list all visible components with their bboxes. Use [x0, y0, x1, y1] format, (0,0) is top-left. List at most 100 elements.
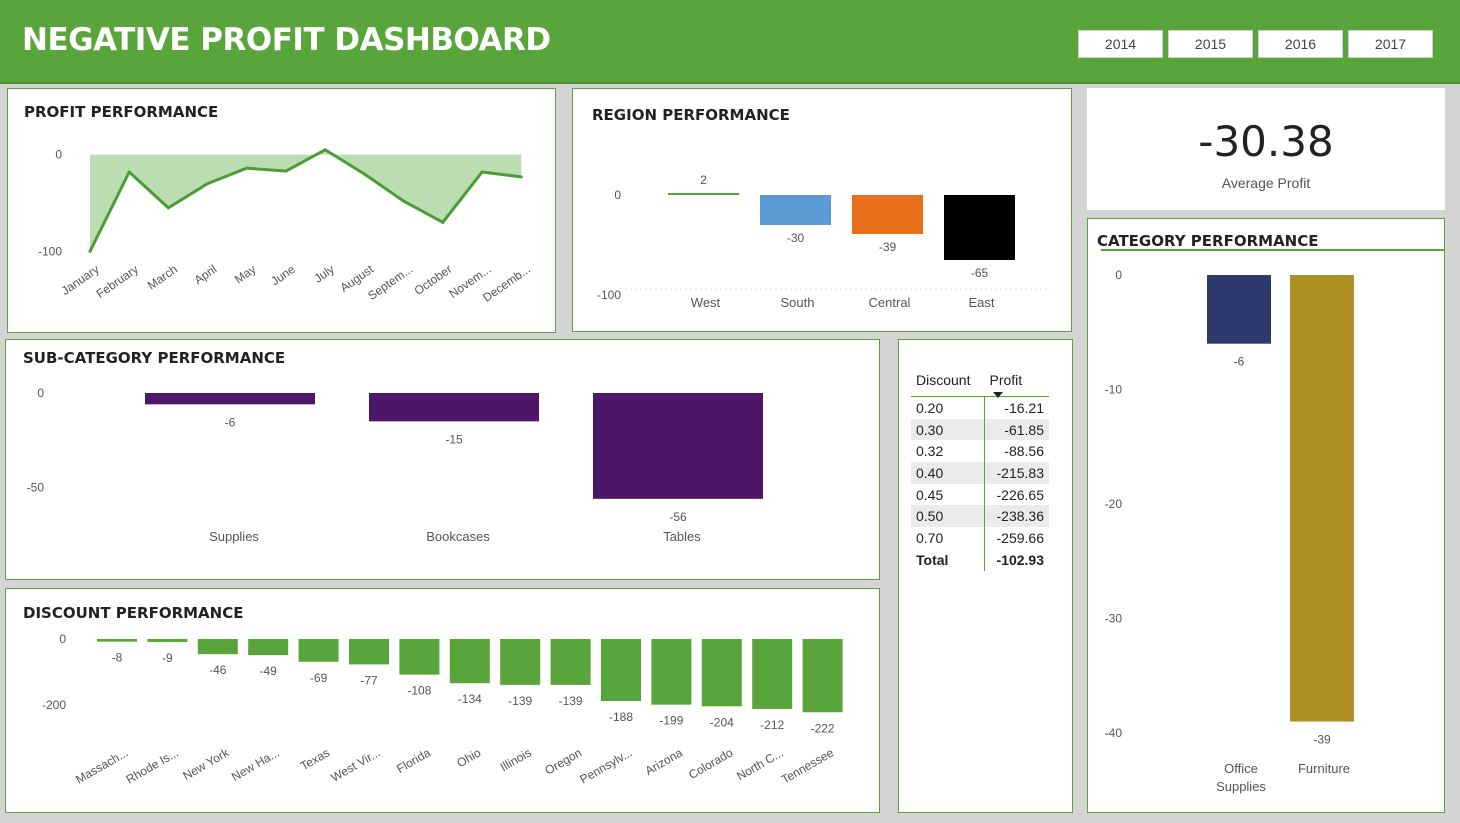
x-tick-label: Tennessee [779, 745, 837, 786]
table-row: 0.45 -226.65 [911, 483, 1049, 506]
y-tick-label: -20 [1105, 497, 1123, 511]
data-label: -199 [659, 714, 683, 728]
y-tick-label: -30 [1105, 612, 1123, 626]
data-label: -39 [1313, 733, 1331, 747]
bar [802, 639, 843, 713]
bar [944, 195, 1015, 260]
data-label: -108 [407, 684, 431, 698]
x-tick-label: June [268, 262, 298, 289]
kpi-label: Average Profit [1221, 175, 1311, 191]
data-label: -8 [112, 651, 123, 665]
year-filter-2016[interactable]: 2016 [1258, 30, 1343, 58]
category-performance-panel: CATEGORY PERFORMANCE 0 -10 -20 -30 -40 -6 Offi… [1087, 218, 1445, 813]
discount-profit-table: Discount Profit 0.20 -16.21 0.30 -61.85 0.… [911, 370, 1049, 571]
data-label: -188 [609, 710, 633, 724]
dashboard-title: NEGATIVE PROFIT DASHBOARD [22, 22, 551, 58]
bar [760, 195, 831, 225]
discount-chart: 0 -200 -8 Massach... -9 Rhode Is... -46 New Yor… [42, 632, 843, 787]
data-label: -222 [811, 721, 835, 735]
kpi-value: -30.38 [1198, 117, 1334, 166]
data-label: -9 [162, 651, 173, 665]
bar [145, 393, 315, 405]
x-tick-label: Supplies [1216, 779, 1266, 794]
x-tick-label: North C... [734, 745, 785, 783]
y-tick-label: -50 [27, 481, 45, 495]
discount-performance-panel: DISCOUNT PERFORMANCE 0 -200 -8 Massach... -9… [5, 588, 880, 813]
profit-performance-panel: PROFIT PERFORMANCE 0 -100 January February M… [7, 88, 556, 333]
data-point [127, 170, 131, 174]
bar [752, 639, 793, 709]
discount-column-header[interactable]: Discount [911, 370, 985, 397]
bar [651, 639, 692, 705]
x-tick-label: Illinois [498, 745, 534, 774]
profit-cell: -16.21 [984, 396, 1049, 419]
y-tick-label: -100 [597, 288, 621, 302]
bar [550, 639, 591, 685]
year-filter-2017[interactable]: 2017 [1348, 30, 1433, 58]
discount-cell: 0.50 [911, 505, 985, 528]
bar [1290, 275, 1354, 722]
y-tick-label: 0 [1115, 268, 1122, 282]
data-label: -139 [559, 694, 583, 708]
x-tick-label: February [94, 262, 141, 301]
x-tick-label: Furniture [1298, 761, 1350, 776]
x-tick-label: Bookcases [426, 529, 490, 544]
x-tick-label: Rhode Is... [124, 745, 181, 786]
data-label: -139 [508, 694, 532, 708]
x-tick-label: March [145, 262, 180, 293]
profit-area [90, 149, 522, 252]
data-point [362, 172, 366, 176]
subcategory-performance-panel: SUB-CATEGORY PERFORMANCE 0 -50 -6 Supplies -… [5, 339, 880, 580]
bar [701, 639, 742, 707]
x-tick-label: East [968, 295, 994, 310]
table-total-row: Total -102.93 [911, 548, 1049, 571]
bar [197, 639, 238, 655]
bar [500, 639, 541, 685]
x-tick-label: April [192, 262, 220, 287]
bar [449, 639, 490, 684]
data-label: -30 [787, 231, 805, 245]
y-tick-label: 0 [55, 148, 62, 162]
bar [97, 639, 137, 642]
bar [399, 639, 440, 675]
sort-descending-icon [992, 392, 1003, 398]
bar [601, 639, 641, 702]
x-tick-label: Septem... [365, 262, 415, 303]
data-label: -15 [445, 432, 463, 446]
data-point [206, 182, 210, 186]
total-label: Total [916, 551, 949, 568]
discount-cell: 0.45 [916, 486, 944, 503]
profit-chart: 0-100JanuaryFebruary March April May June Jul… [38, 148, 533, 305]
discount-table-panel: Discount Profit 0.20 -16.21 0.30 -61.85 0.… [898, 339, 1073, 813]
profit-cell: -238.36 [984, 505, 1049, 528]
x-tick-label: New York [180, 745, 232, 783]
year-filter-2014[interactable]: 2014 [1078, 30, 1163, 58]
table-row: 0.40 -215.83 [911, 462, 1049, 484]
table-row: 0.50 -238.36 [911, 505, 1049, 528]
data-point [519, 175, 523, 179]
profit-cell: -61.85 [984, 418, 1049, 441]
bar [369, 393, 539, 422]
y-tick-label: 0 [614, 188, 621, 202]
x-tick-label: Supplies [209, 529, 259, 544]
total-profit: -102.93 [984, 548, 1049, 571]
profit-column-header[interactable]: Profit [984, 370, 1049, 398]
data-label: -49 [260, 664, 278, 678]
discount-cell: 0.30 [911, 418, 985, 441]
x-tick-label: Arizona [643, 745, 686, 778]
data-label: -46 [209, 663, 227, 677]
x-tick-label: Tables [663, 529, 701, 544]
y-tick-label: -200 [42, 698, 66, 712]
x-tick-label: Pennsylv... [577, 745, 634, 786]
data-point [88, 249, 92, 253]
data-point [166, 206, 170, 210]
kpi-card: -30.38 Average Profit [1087, 88, 1445, 210]
profit-cell: -259.66 [984, 527, 1049, 549]
table-row: 0.20 -16.21 [911, 396, 1049, 419]
profit-cell: -226.65 [984, 483, 1049, 506]
data-label: -56 [669, 510, 687, 524]
y-tick-label: -100 [38, 244, 62, 258]
year-filter-2015[interactable]: 2015 [1168, 30, 1253, 58]
discount-cell: 0.32 [916, 443, 944, 460]
x-tick-label: Colorado [686, 745, 735, 782]
